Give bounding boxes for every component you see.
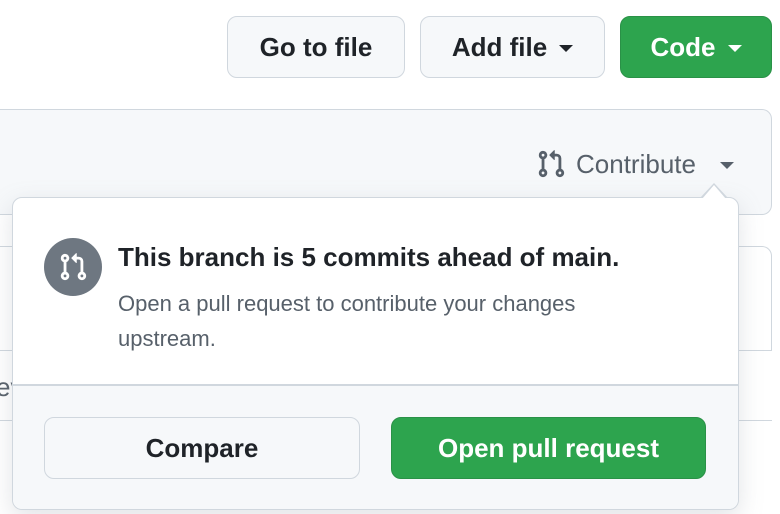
chevron-down-icon: [559, 44, 574, 52]
popover-icon-circle: [44, 238, 102, 296]
code-button[interactable]: Code: [620, 16, 772, 78]
popover-title: This branch is 5 commits ahead of main.: [118, 242, 620, 272]
popover-description: Open a pull request to contribute your c…: [118, 291, 576, 351]
chevron-down-icon: [727, 44, 742, 52]
go-to-file-label: Go to file: [259, 31, 373, 62]
open-pull-request-label: Open pull request: [437, 432, 660, 463]
popover-divider: [13, 384, 738, 386]
go-to-file-button[interactable]: Go to file: [227, 16, 405, 78]
git-pull-request-icon: [60, 253, 87, 281]
compare-button[interactable]: Compare: [44, 417, 360, 479]
compare-label: Compare: [145, 432, 259, 463]
git-pull-request-icon: [538, 150, 565, 178]
repo-page: Go to file Add file Code Contribute ev T…: [0, 0, 780, 514]
popover-arrow-fill: [702, 185, 726, 199]
contribute-label: Contribute: [576, 148, 696, 179]
add-file-label: Add file: [451, 31, 548, 62]
chevron-down-icon: [719, 161, 734, 169]
code-label: Code: [650, 31, 716, 62]
open-pull-request-button[interactable]: Open pull request: [391, 417, 706, 479]
contribute-button[interactable]: Contribute: [536, 146, 734, 182]
add-file-button[interactable]: Add file: [420, 16, 605, 78]
